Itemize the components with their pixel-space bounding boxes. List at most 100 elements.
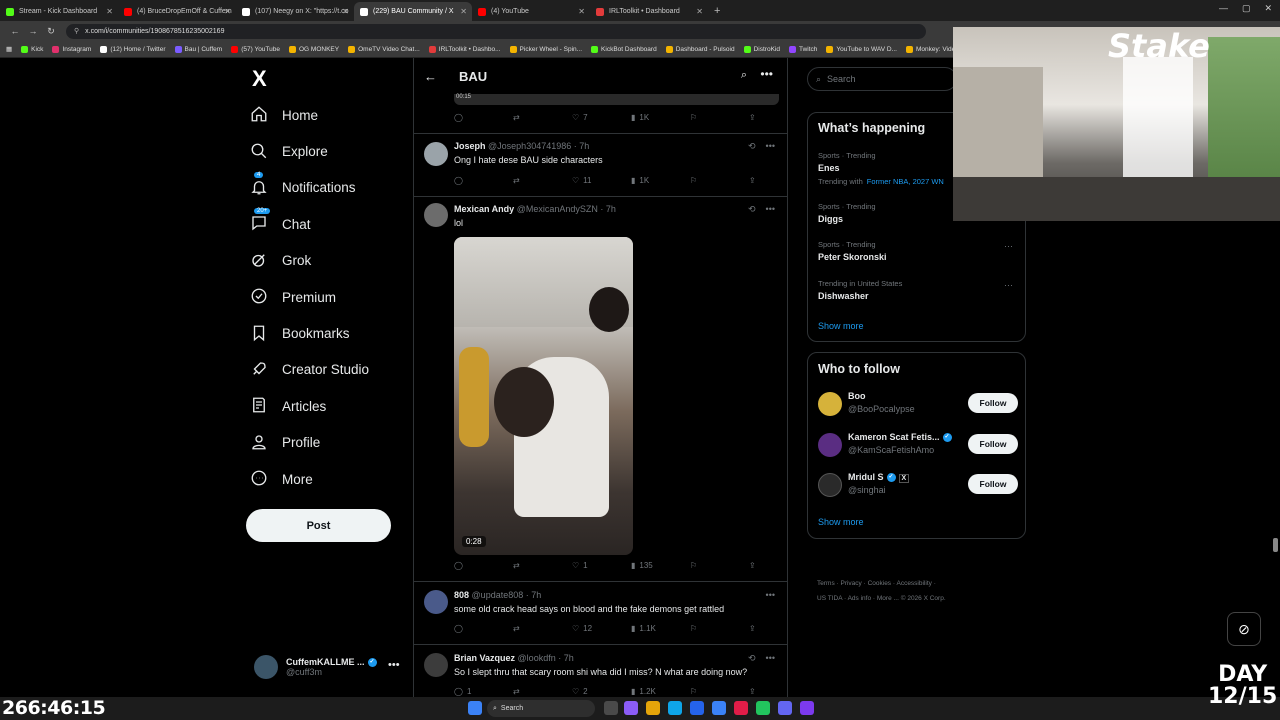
avatar[interactable] <box>818 473 842 497</box>
footer-link[interactable]: Terms <box>817 580 835 587</box>
follow-suggestion[interactable]: Mridul S ✓ X @singhai Follow <box>818 471 1018 501</box>
footer-link[interactable]: US TIDA <box>817 595 842 602</box>
avatar[interactable] <box>424 590 448 614</box>
tweet[interactable]: ◯ ⇄ ♡ 7 ▮ 1K ⚐ ⇪ <box>414 105 787 134</box>
like-button[interactable]: ♡ 2 <box>572 687 602 696</box>
new-tab-icon[interactable]: + <box>714 5 720 17</box>
close-tab-icon[interactable]: ✕ <box>342 7 349 16</box>
reply-icon[interactable]: ◯ <box>454 561 484 570</box>
like-button[interactable]: ♡ 12 <box>572 624 602 633</box>
grok-icon[interactable]: ⟲ <box>748 141 756 152</box>
account-switcher[interactable]: CuffemKALLME ... ✓ @cuff3m ••• <box>254 655 404 679</box>
author-handle[interactable]: @lookdfn · 7h <box>518 653 574 663</box>
bookmark-icon[interactable]: ⚐ <box>690 687 720 696</box>
bookmark[interactable]: IRLToolkit • Dashbo... <box>428 45 501 53</box>
avatar[interactable] <box>818 392 842 416</box>
browser-tab[interactable]: (107) Neegy on X: "https://t.co ✕ <box>236 2 354 21</box>
repost-icon[interactable]: ⇄ <box>513 176 543 185</box>
scrollbar-thumb[interactable] <box>1273 538 1278 552</box>
store-icon[interactable] <box>690 701 704 715</box>
close-tab-icon[interactable]: ✕ <box>578 7 585 16</box>
author-handle[interactable]: @MexicanAndySZN · 7h <box>517 204 616 214</box>
footer-link[interactable]: Privacy <box>840 580 861 587</box>
share-icon[interactable]: ⇪ <box>749 687 779 696</box>
sidebar-item-profile[interactable]: Profile <box>250 425 369 461</box>
search-icon[interactable]: ⌕ <box>741 69 747 82</box>
sidebar-item-home[interactable]: Home <box>250 97 369 133</box>
bookmark[interactable]: OG MONKEY <box>289 45 339 53</box>
bookmark-icon[interactable]: ⚐ <box>690 561 720 570</box>
bookmark[interactable]: (12) Home / Twitter <box>100 45 166 53</box>
views-button[interactable]: ▮ 1K <box>631 113 661 122</box>
reply-icon[interactable]: ◯ <box>454 624 484 633</box>
author-name[interactable]: Brian Vazquez <box>454 653 515 663</box>
x-logo-icon[interactable]: X <box>252 66 267 92</box>
show-more-link[interactable]: Show more <box>818 321 864 331</box>
more-options-icon[interactable]: ··· <box>1004 241 1013 251</box>
sidebar-item-articles[interactable]: Articles <box>250 388 369 424</box>
author-name[interactable]: Joseph <box>454 141 486 151</box>
more-options-icon[interactable]: ··· <box>1004 280 1013 290</box>
taskbar-search[interactable]: ⌕ Search <box>487 700 595 717</box>
tweet[interactable]: Brian Vazquez @lookdfn · 7h ⟲ ••• So I sl… <box>414 645 787 698</box>
more-options-icon[interactable]: ••• <box>766 204 775 215</box>
browser-tab[interactable]: Stream - Kick Dashboard ✕ <box>0 2 118 21</box>
task-view-icon[interactable] <box>604 701 618 715</box>
author-handle[interactable]: @update808 · 7h <box>472 590 542 600</box>
bookmark-icon[interactable]: ⚐ <box>690 624 720 633</box>
follow-button[interactable]: Follow <box>968 474 1018 494</box>
sidebar-item-explore[interactable]: Explore <box>250 133 369 169</box>
more-options-icon[interactable]: ••• <box>760 67 773 81</box>
bookmark[interactable]: (57) YouTube <box>231 45 280 53</box>
windows-start-icon[interactable] <box>468 701 482 715</box>
repost-icon[interactable]: ⇄ <box>513 113 543 122</box>
share-icon[interactable]: ⇪ <box>749 113 779 122</box>
minimize-icon[interactable]: — <box>1219 3 1228 14</box>
sidebar-item-chat[interactable]: 20+ Chat <box>250 206 369 242</box>
maximize-icon[interactable]: ▢ <box>1242 3 1251 14</box>
back-arrow-icon[interactable]: ← <box>424 69 444 84</box>
bookmark[interactable]: Picker Wheel - Spin... <box>509 45 582 53</box>
apps-icon[interactable]: ▦ <box>6 45 12 53</box>
bookmark[interactable]: KickBot Dashboard <box>591 45 657 53</box>
show-more-link[interactable]: Show more <box>818 517 864 527</box>
more-options-icon[interactable]: ••• <box>766 653 775 664</box>
app-icon[interactable] <box>778 701 792 715</box>
footer-link[interactable]: Accessibility <box>896 580 931 587</box>
avatar[interactable] <box>424 142 448 166</box>
avatar[interactable] <box>424 653 448 677</box>
author-name[interactable]: 808 <box>454 590 469 600</box>
author-name[interactable]: Mexican Andy <box>454 204 514 214</box>
share-icon[interactable]: ⇪ <box>749 176 779 185</box>
search-input[interactable]: ⌕ Search <box>807 67 957 91</box>
follow-button[interactable]: Follow <box>968 393 1018 413</box>
chrome-icon[interactable] <box>756 701 770 715</box>
bookmark[interactable]: OmeTV Video Chat... <box>348 45 420 53</box>
url-field[interactable]: ⚲ x.com/i/communities/190867851623500216… <box>66 23 926 39</box>
close-tab-icon[interactable]: ✕ <box>224 7 231 16</box>
footer-link[interactable]: Cookies <box>868 580 891 587</box>
bookmark[interactable]: Dashboard - Pulsoid <box>665 45 735 53</box>
close-tab-icon[interactable]: ✕ <box>696 7 703 16</box>
bookmark-icon[interactable]: ⚐ <box>690 113 720 122</box>
grok-floating-button[interactable]: ⊘ <box>1227 612 1261 646</box>
bookmark[interactable]: DistroKid <box>743 45 780 53</box>
close-window-icon[interactable]: ✕ <box>1264 3 1272 14</box>
previous-video-strip[interactable]: 00:15 <box>454 94 779 105</box>
close-tab-icon[interactable]: ✕ <box>106 7 113 16</box>
trend-link[interactable]: Former NBA, 2027 WN <box>867 177 944 186</box>
avatar[interactable] <box>818 433 842 457</box>
forward-icon[interactable]: → <box>24 26 42 36</box>
bookmark[interactable]: YouTube to WAV D... <box>826 45 897 53</box>
tweet[interactable]: Joseph @Joseph304741986 · 7h ⟲ ••• Ong I … <box>414 134 787 197</box>
views-button[interactable]: ▮ 1.2K <box>631 687 661 696</box>
app-icon[interactable] <box>712 701 726 715</box>
browser-tab[interactable]: IRLToolkit • Dashboard ✕ <box>590 2 708 21</box>
sidebar-item-notifications[interactable]: 4 Notifications <box>250 170 369 206</box>
bookmark[interactable]: Twitch <box>788 45 817 53</box>
follow-button[interactable]: Follow <box>968 434 1018 454</box>
author-handle[interactable]: @Joseph304741986 · 7h <box>488 141 589 151</box>
grok-icon[interactable]: ⟲ <box>748 653 756 664</box>
grok-icon[interactable]: ⟲ <box>748 204 756 215</box>
share-icon[interactable]: ⇪ <box>749 624 779 633</box>
